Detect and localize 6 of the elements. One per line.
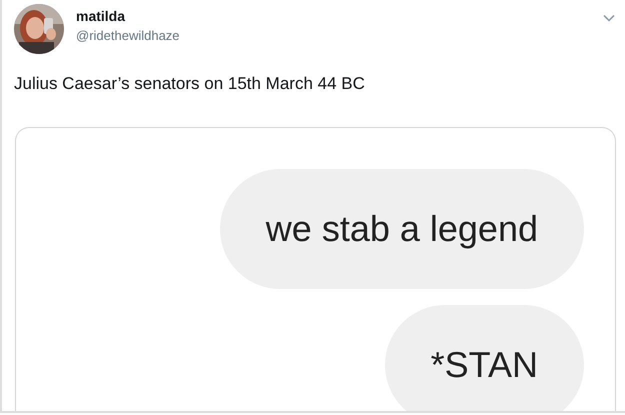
user-handle[interactable]: @ridethewildhaze xyxy=(76,28,180,44)
message-bubble: *STAN xyxy=(384,305,584,411)
chevron-down-icon[interactable] xyxy=(603,14,615,22)
tweet-text: Julius Caesar’s senators on 15th March 44 BC xyxy=(14,73,366,95)
message-bubble: we stab a legend xyxy=(220,169,584,289)
user-name[interactable]: matilda xyxy=(76,8,180,24)
